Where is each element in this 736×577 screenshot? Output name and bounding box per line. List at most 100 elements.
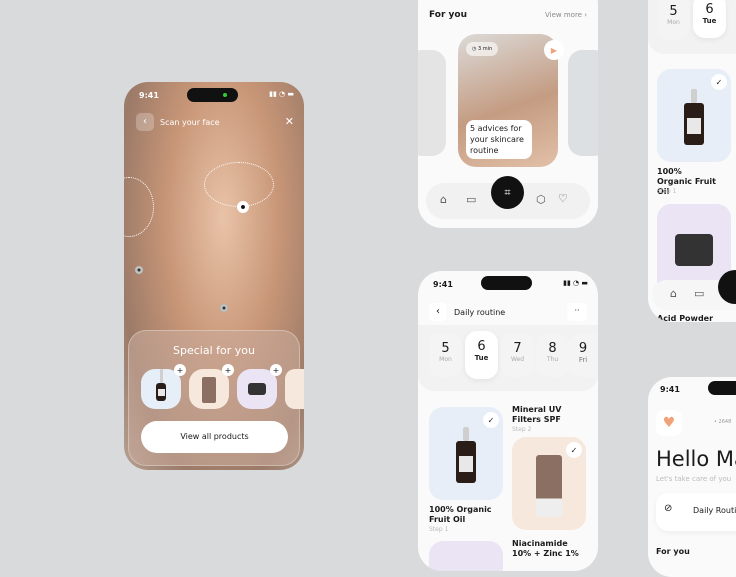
check-icon: ✓ [566, 442, 582, 458]
day-weekday: Wed [510, 356, 525, 363]
heart-logo: ♥ [656, 410, 682, 436]
scan-point[interactable] [237, 201, 249, 213]
article-card[interactable]: ◷ 3 min ▶ 5 advices for your skincare ro… [458, 34, 564, 167]
back-button[interactable]: ‹ [429, 303, 447, 321]
day-number: 7 [513, 341, 522, 356]
signal-icons: ▮▮ ◔ ▬ [269, 90, 294, 98]
scan-face-screen: 9:41 ▮▮ ◔ ▬ ‹ Scan your face ✕ Special f… [124, 82, 304, 470]
product-card[interactable]: ✓ [657, 69, 731, 162]
dynamic-island [481, 276, 532, 290]
day-number: 5 [441, 341, 450, 356]
add-icon: + [222, 364, 234, 376]
screen-title: Daily routine [454, 308, 506, 317]
chat-icon[interactable]: ▭ [466, 193, 476, 206]
duration-text: 3 min [477, 46, 493, 52]
check-icon: ✓ [483, 412, 499, 428]
day-item[interactable]: 7 Wed [501, 333, 534, 377]
day-item[interactable]: 9 Fri [568, 333, 598, 377]
close-icon[interactable]: ✕ [285, 115, 294, 128]
leaf-icon: ⊘ [664, 503, 673, 514]
for-you-screen: For you View more › ◷ 3 min ▶ 5 advices … [418, 0, 598, 228]
day-number: 8 [548, 341, 557, 356]
screen-title: Scan your face [160, 118, 220, 127]
product-image [248, 383, 266, 395]
chat-icon[interactable]: ▭ [694, 287, 704, 300]
home-icon[interactable]: ⌂ [670, 287, 677, 300]
scan-point[interactable] [220, 304, 228, 312]
view-all-products-button[interactable]: View all products [141, 421, 288, 453]
status-time: 9:41 [433, 280, 453, 289]
product-image [202, 377, 216, 403]
product-thumb[interactable]: + [189, 364, 234, 409]
product-image [536, 455, 562, 517]
dynamic-island [187, 88, 238, 102]
home-icon[interactable]: ⌂ [440, 193, 447, 206]
product-bottle-image [156, 369, 166, 401]
day-weekday: Tue [474, 354, 489, 362]
greeting: Hello Ma [656, 447, 736, 471]
section-title: For you [429, 10, 467, 20]
day-item[interactable]: 5 Mon [657, 0, 690, 40]
product-thumb[interactable] [285, 369, 304, 409]
special-panel: Special for you + + + View all products [128, 330, 304, 466]
product-bottle-image [684, 89, 704, 145]
daily-routine-screen: 9:41 ▮▮ ◔ ▬ ‹ Daily routine ·· 5 Mon 6 Tue… [418, 271, 598, 571]
day-item-selected[interactable]: 6 Tue [465, 331, 498, 379]
under-eye-zone-left [124, 177, 154, 237]
day-number: 6 [705, 2, 714, 17]
day-number: 5 [669, 4, 678, 19]
day-number: 9 [578, 341, 588, 356]
view-more-link[interactable]: View more › [545, 11, 587, 19]
article-title: 5 advices for your skincare routine [466, 120, 532, 159]
signal-icons: ▮▮ ◔ ▬ [563, 279, 588, 287]
settings-icon[interactable]: ⬡ [536, 193, 546, 206]
product-thumb[interactable]: + [141, 364, 186, 409]
day-number: 6 [477, 339, 486, 354]
product-card[interactable]: ✓ [429, 407, 503, 500]
status-time: 9:41 [139, 91, 159, 100]
scan-point[interactable] [135, 266, 143, 274]
daily-routine-button[interactable]: ⊘ Daily Routine [656, 493, 736, 531]
product-thumb[interactable]: + [237, 364, 282, 409]
article-card-next[interactable] [568, 50, 598, 156]
view-more-label: View more [545, 11, 582, 19]
home-screen: 9:41 ♥ • 2648 Hello Ma Let's take care o… [648, 377, 736, 577]
day-weekday: Thu [546, 356, 559, 363]
product-card-partial[interactable] [429, 541, 503, 571]
day-item[interactable]: 8 Thu [536, 333, 569, 377]
day-weekday: Fri [578, 356, 588, 364]
daily-routine-label: Daily Routine [693, 506, 736, 515]
play-button[interactable]: ▶ [544, 40, 564, 60]
product-bottle-image [456, 427, 476, 483]
product-name: Acid Powder [657, 314, 714, 322]
product-step: Step 1 [657, 188, 677, 195]
greeting-text: Hello Ma [656, 447, 736, 471]
dynamic-island [708, 381, 736, 395]
product-name: Mineral UV Filters SPF [512, 405, 562, 424]
status-time: 9:41 [660, 385, 680, 394]
article-card-prev[interactable] [418, 50, 446, 156]
heart-icon[interactable]: ♡ [558, 192, 568, 205]
points-count: • 2648 [714, 419, 732, 425]
duration-badge: ◷ 3 min [466, 42, 499, 56]
product-image [675, 234, 713, 266]
product-card[interactable]: ✓ [512, 437, 586, 530]
product-step: Step 2 [512, 426, 532, 433]
day-item[interactable]: 5 Mon [429, 333, 462, 377]
back-button[interactable]: ‹ [136, 113, 154, 131]
add-icon: + [270, 364, 282, 376]
product-name: Niacinamide 10% + Zinc 1% [512, 539, 579, 558]
add-icon: + [174, 364, 186, 376]
face-scan-button[interactable]: ⌗ [491, 176, 524, 209]
routine-screen-partial: 5 Mon 6 Tue ✓ 100% Organic Fruit Oil Step … [648, 0, 736, 322]
under-eye-zone-right [204, 162, 274, 207]
special-title: Special for you [173, 344, 255, 357]
more-button[interactable]: ·· [567, 303, 587, 321]
product-step: Step 1 [429, 526, 449, 533]
day-weekday: Mon [667, 19, 680, 26]
day-weekday: Mon [439, 356, 452, 363]
subtitle: Let's take care of you [656, 475, 732, 483]
day-weekday: Tue [702, 17, 717, 25]
check-icon: ✓ [711, 74, 727, 90]
day-item-selected[interactable]: 6 Tue [693, 0, 726, 38]
